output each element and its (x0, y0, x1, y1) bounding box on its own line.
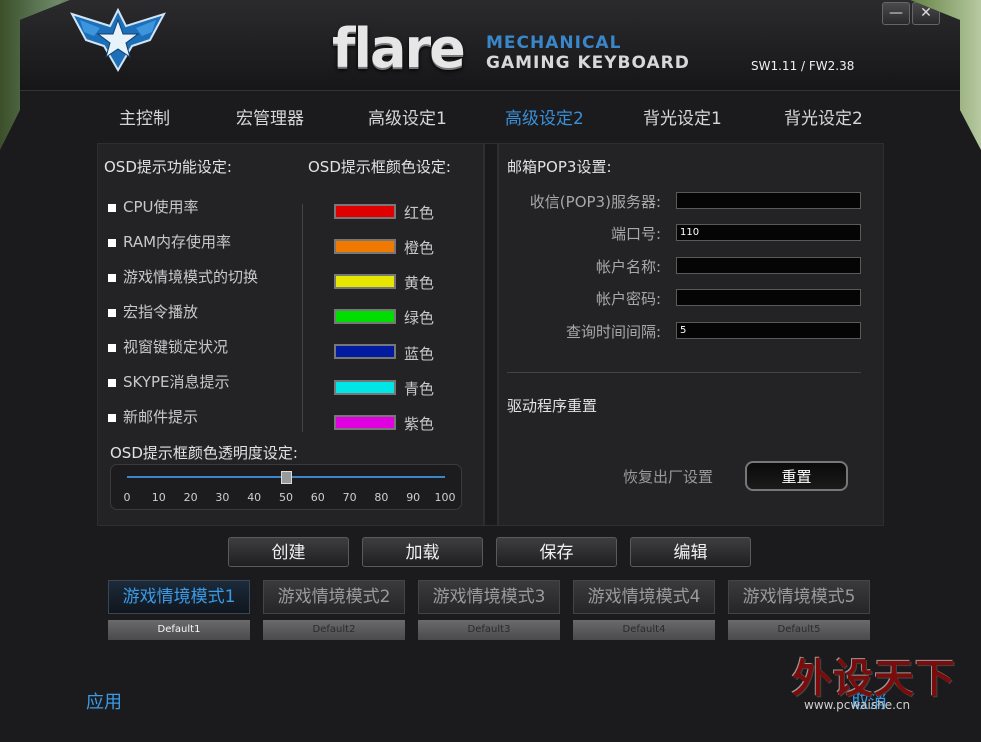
reset-button[interactable]: 重置 (745, 461, 848, 491)
slider-thumb[interactable] (281, 471, 292, 484)
slider-tick-label: 80 (374, 491, 389, 504)
checkbox[interactable] (108, 238, 116, 247)
osd-item-macro[interactable]: 宏指令播放 (108, 301, 198, 322)
account-name-input[interactable] (676, 257, 861, 274)
checkbox[interactable] (108, 203, 116, 212)
load-button[interactable]: 加载 (362, 537, 483, 567)
window-controls: — ✕ (882, 2, 940, 25)
transparency-title: OSD提示框颜色透明度设定: (110, 444, 298, 462)
slider-tick-label: 60 (310, 491, 325, 504)
checkbox[interactable] (108, 343, 116, 352)
mode-tab-1[interactable]: 游戏情境模式1 (108, 580, 250, 614)
close-icon: ✕ (920, 5, 932, 21)
mode-name-2: Default2 (263, 620, 405, 640)
close-button[interactable]: ✕ (912, 2, 940, 25)
osd-item-winkey[interactable]: 视窗键锁定状况 (108, 336, 228, 357)
mode-name-4: Default4 (573, 620, 715, 640)
color-label-orange: 橙色 (404, 239, 435, 257)
minimize-icon: — (889, 5, 903, 21)
watermark-text: 外设天下 (792, 656, 956, 702)
checkbox[interactable] (108, 378, 116, 387)
create-button[interactable]: 创建 (228, 537, 349, 567)
mode-tab-5[interactable]: 游戏情境模式5 (728, 580, 870, 614)
color-label-blue: 蓝色 (404, 345, 435, 363)
watermark-url: www.pcwaishe.cn (804, 698, 911, 712)
slider-tick-label: 40 (247, 491, 262, 504)
osd-item-ram[interactable]: RAM内存使用率 (108, 231, 231, 252)
mail-divider (507, 372, 861, 373)
osd-item-cpu[interactable]: CPU使用率 (108, 196, 199, 217)
checkbox[interactable] (108, 413, 116, 422)
pop3-server-label: 收信(POP3)服务器: (529, 193, 661, 211)
query-interval-input[interactable] (676, 322, 861, 339)
account-password-input[interactable] (676, 289, 861, 306)
color-label-cyan: 青色 (404, 380, 435, 398)
slider-tick-label: 30 (215, 491, 230, 504)
color-swatch-purple[interactable] (334, 415, 396, 430)
query-interval-label: 查询时间间隔: (565, 323, 661, 341)
slider-tick-label: 70 (342, 491, 357, 504)
tab-main-control[interactable]: 主控制 (119, 104, 170, 129)
color-swatch-orange[interactable] (334, 239, 396, 254)
brand-logo: flare (332, 17, 466, 80)
osd-item-mail[interactable]: 新邮件提示 (108, 406, 198, 427)
brand-subtitle-mechanical: MECHANICAL (486, 33, 622, 53)
mail-title: 邮箱POP3设置: (507, 158, 612, 176)
slider-tick-label: 20 (183, 491, 198, 504)
slider-tick-label: 100 (434, 491, 456, 504)
tab-advanced-2[interactable]: 高级设定2 (505, 104, 584, 129)
pop3-server-input[interactable] (676, 192, 861, 209)
slider-tick-label: 50 (279, 491, 293, 504)
osd-color-title: OSD提示框颜色设定: (308, 158, 451, 176)
color-label-green: 绿色 (404, 309, 435, 327)
color-label-purple: 紫色 (404, 415, 435, 433)
mode-name-3: Default3 (418, 620, 560, 640)
color-swatch-cyan[interactable] (334, 380, 396, 395)
account-name-label: 帐户名称: (595, 258, 661, 276)
edit-button[interactable]: 编辑 (630, 537, 751, 567)
checkbox[interactable] (108, 308, 116, 317)
minimize-button[interactable]: — (882, 2, 910, 25)
checkbox[interactable] (108, 273, 116, 282)
save-button[interactable]: 保存 (496, 537, 617, 567)
slider-tick-label: 90 (406, 491, 421, 504)
color-swatch-green[interactable] (334, 309, 396, 324)
version-label: SW1.11 / FW2.38 (751, 59, 855, 73)
color-swatch-yellow[interactable] (334, 274, 396, 289)
port-input[interactable] (676, 224, 861, 241)
slider-tick-label: 10 (151, 491, 166, 504)
mode-name-1: Default1 (108, 620, 250, 640)
main-tabs: 主控制 宏管理器 高级设定1 高级设定2 背光设定1 背光设定2 (0, 104, 981, 136)
color-label-yellow: 黄色 (404, 274, 435, 292)
account-password-label: 帐户密码: (595, 290, 661, 308)
mode-tab-2[interactable]: 游戏情境模式2 (263, 580, 405, 614)
star-shield-logo-icon (70, 7, 166, 72)
tab-backlight-1[interactable]: 背光设定1 (643, 104, 722, 129)
osd-divider (302, 204, 303, 432)
mode-name-5: Default5 (728, 620, 870, 640)
tab-macro-manager[interactable]: 宏管理器 (236, 104, 304, 129)
color-swatch-red[interactable] (334, 204, 396, 219)
tab-advanced-1[interactable]: 高级设定1 (368, 104, 447, 129)
transparency-slider: 0 10 20 30 40 50 60 70 80 90 100 (110, 464, 462, 510)
site-watermark: 外设天下 www.pcwaishe.cn (792, 646, 970, 716)
osd-item-skype[interactable]: SKYPE消息提示 (108, 371, 230, 392)
osd-function-title: OSD提示功能设定: (104, 158, 232, 176)
title-bar: flare MECHANICAL GAMING KEYBOARD SW1.11 … (0, 0, 981, 91)
driver-reset-title: 驱动程序重置 (507, 397, 598, 415)
slider-tick-label: 0 (123, 491, 131, 504)
mode-tab-3[interactable]: 游戏情境模式3 (418, 580, 560, 614)
osd-item-game-mode[interactable]: 游戏情境模式的切换 (108, 266, 258, 287)
brand-subtitle-keyboard: GAMING KEYBOARD (486, 53, 690, 73)
color-swatch-blue[interactable] (334, 344, 396, 359)
apply-button[interactable]: 应用 (86, 688, 122, 714)
restore-factory-label: 恢复出厂设置 (623, 468, 714, 486)
tab-backlight-2[interactable]: 背光设定2 (784, 104, 863, 129)
mode-tab-4[interactable]: 游戏情境模式4 (573, 580, 715, 614)
color-label-red: 红色 (404, 204, 435, 222)
port-label: 端口号: (610, 225, 661, 243)
app-window: flare MECHANICAL GAMING KEYBOARD SW1.11 … (0, 0, 981, 742)
